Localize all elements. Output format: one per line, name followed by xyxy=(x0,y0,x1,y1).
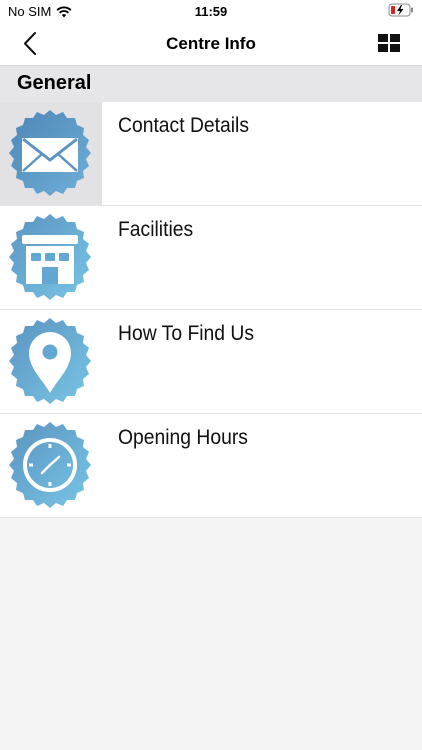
section-header: General xyxy=(0,66,422,102)
status-time: 11:59 xyxy=(194,4,228,19)
icon-cell xyxy=(0,414,102,517)
icon-cell xyxy=(0,206,102,309)
icon-cell xyxy=(0,310,102,413)
status-bar: No SIM 11:59 xyxy=(0,0,422,22)
envelope-icon xyxy=(9,110,91,196)
menu-item-label: How To Find Us xyxy=(118,322,255,345)
menu-item-label: Opening Hours xyxy=(118,426,248,449)
menu-item-label: Contact Details xyxy=(118,114,250,137)
grid-view-button[interactable] xyxy=(378,34,400,52)
menu-item-label: Facilities xyxy=(118,218,194,241)
menu-item-how-to-find-us[interactable]: How To Find Us xyxy=(0,310,422,414)
section-title: General xyxy=(17,72,92,94)
menu-item-facilities[interactable]: Facilities xyxy=(0,206,422,310)
grid-icon xyxy=(378,34,400,52)
icon-cell xyxy=(0,102,102,205)
building-icon xyxy=(9,214,91,300)
map-pin-icon xyxy=(9,318,91,404)
page-title: Centre Info xyxy=(166,34,256,53)
menu-list: Contact Details Facilities How To Find U… xyxy=(0,102,422,518)
navigation-bar: Centre Info xyxy=(0,22,422,66)
battery-icon xyxy=(388,3,414,20)
clock-icon xyxy=(9,422,91,508)
menu-item-contact-details[interactable]: Contact Details xyxy=(0,102,422,206)
menu-item-opening-hours[interactable]: Opening Hours xyxy=(0,414,422,518)
